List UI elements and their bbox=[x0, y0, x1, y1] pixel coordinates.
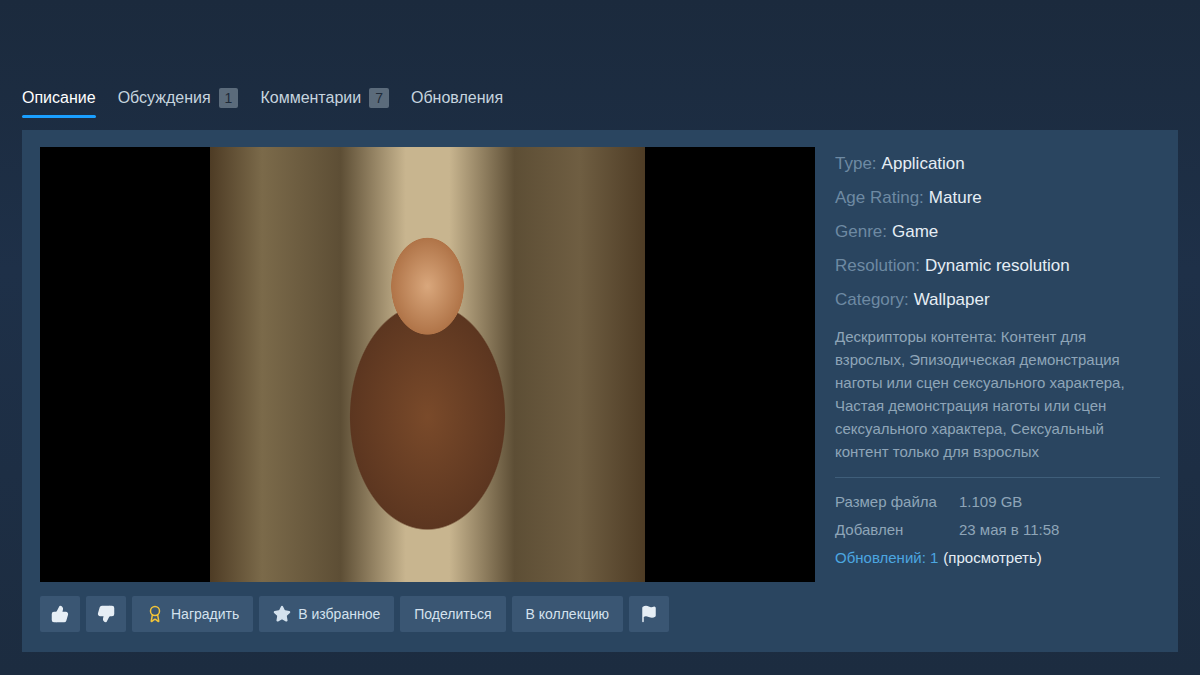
descriptors-value: Контент для взрослых, Эпизодическая демо… bbox=[835, 328, 1125, 460]
preview-image bbox=[210, 147, 645, 582]
detail-label: Resolution: bbox=[835, 256, 920, 275]
info-row: Добавлен23 мая в 11:58 bbox=[835, 516, 1160, 544]
detail-label: Genre: bbox=[835, 222, 887, 241]
tab-label-row: Обсуждения 1 bbox=[118, 86, 239, 110]
share-button[interactable]: Поделиться bbox=[400, 596, 505, 632]
info-row: Размер файла1.109 GB bbox=[835, 488, 1160, 516]
tab-label: Обсуждения bbox=[118, 89, 211, 107]
flag-icon bbox=[640, 605, 658, 623]
preview-area[interactable] bbox=[40, 147, 815, 582]
tab-count-badge: 7 bbox=[369, 88, 389, 108]
tab[interactable]: Описание bbox=[22, 86, 96, 118]
tab-underline bbox=[118, 115, 239, 118]
detail-row: Age Rating: Mature bbox=[835, 181, 1160, 215]
detail-row: Resolution: Dynamic resolution bbox=[835, 249, 1160, 283]
like-button[interactable] bbox=[40, 596, 80, 632]
tab[interactable]: Обсуждения 1 bbox=[118, 86, 239, 118]
tab[interactable]: Комментарии 7 bbox=[260, 86, 389, 118]
detail-value: Game bbox=[892, 222, 938, 241]
content-descriptors: Дескрипторы контента: Контент для взросл… bbox=[835, 325, 1160, 463]
star-icon bbox=[273, 605, 291, 623]
detail-row: Category: Wallpaper bbox=[835, 283, 1160, 317]
tab-underline bbox=[260, 115, 389, 118]
action-buttons: Наградить В избранное Поделиться В коллекци… bbox=[40, 596, 815, 632]
info-label: Размер файла bbox=[835, 488, 959, 516]
tab-count-badge: 1 bbox=[219, 88, 239, 108]
updates-row: Обновлений: 1(просмотреть) bbox=[835, 544, 1160, 572]
detail-label: Age Rating: bbox=[835, 188, 924, 207]
detail-row: Type: Application bbox=[835, 147, 1160, 181]
divider bbox=[835, 477, 1160, 478]
report-button[interactable] bbox=[629, 596, 669, 632]
detail-label: Type: bbox=[835, 154, 877, 173]
detail-value: Mature bbox=[929, 188, 982, 207]
award-icon bbox=[146, 605, 164, 623]
button-label: Наградить bbox=[171, 606, 239, 622]
tab-bar: Описание Обсуждения 1 Комментарии 7 Обновлени… bbox=[22, 86, 1178, 118]
tab-underline bbox=[411, 115, 503, 118]
button-label: В коллекцию bbox=[526, 606, 610, 622]
favorite-button[interactable]: В избранное bbox=[259, 596, 394, 632]
info-value: 23 мая в 11:58 bbox=[959, 516, 1160, 544]
collection-button[interactable]: В коллекцию bbox=[512, 596, 624, 632]
button-label: Поделиться bbox=[414, 606, 491, 622]
page: Описание Обсуждения 1 Комментарии 7 Обновлени… bbox=[0, 0, 1200, 652]
thumbs-down-icon bbox=[97, 605, 115, 623]
view-updates-link[interactable]: (просмотреть) bbox=[943, 544, 1041, 572]
tab-label: Комментарии bbox=[260, 89, 361, 107]
descriptors-label: Дескрипторы контента: bbox=[835, 328, 997, 345]
detail-value: Dynamic resolution bbox=[925, 256, 1070, 275]
detail-value: Application bbox=[882, 154, 965, 173]
tab-label: Описание bbox=[22, 89, 96, 107]
details-column: Type:ApplicationAge Rating:MatureGenre:G… bbox=[835, 147, 1160, 632]
detail-row: Genre: Game bbox=[835, 215, 1160, 249]
info-label: Добавлен bbox=[835, 516, 959, 544]
button-label: В избранное bbox=[298, 606, 380, 622]
detail-label: Category: bbox=[835, 290, 909, 309]
award-button[interactable]: Наградить bbox=[132, 596, 253, 632]
tab-label-row: Комментарии 7 bbox=[260, 86, 389, 110]
tab-underline bbox=[22, 115, 96, 118]
thumbs-up-icon bbox=[51, 605, 69, 623]
dislike-button[interactable] bbox=[86, 596, 126, 632]
tab[interactable]: Обновления bbox=[411, 86, 503, 118]
detail-value: Wallpaper bbox=[914, 290, 990, 309]
info-value: 1.109 GB bbox=[959, 488, 1160, 516]
updates-count-link[interactable]: Обновлений: 1 bbox=[835, 544, 938, 572]
tab-label: Обновления bbox=[411, 89, 503, 107]
item-panel: Type:ApplicationAge Rating:MatureGenre:G… bbox=[22, 130, 1178, 652]
tab-label-row: Обновления bbox=[411, 86, 503, 110]
tab-label-row: Описание bbox=[22, 86, 96, 110]
